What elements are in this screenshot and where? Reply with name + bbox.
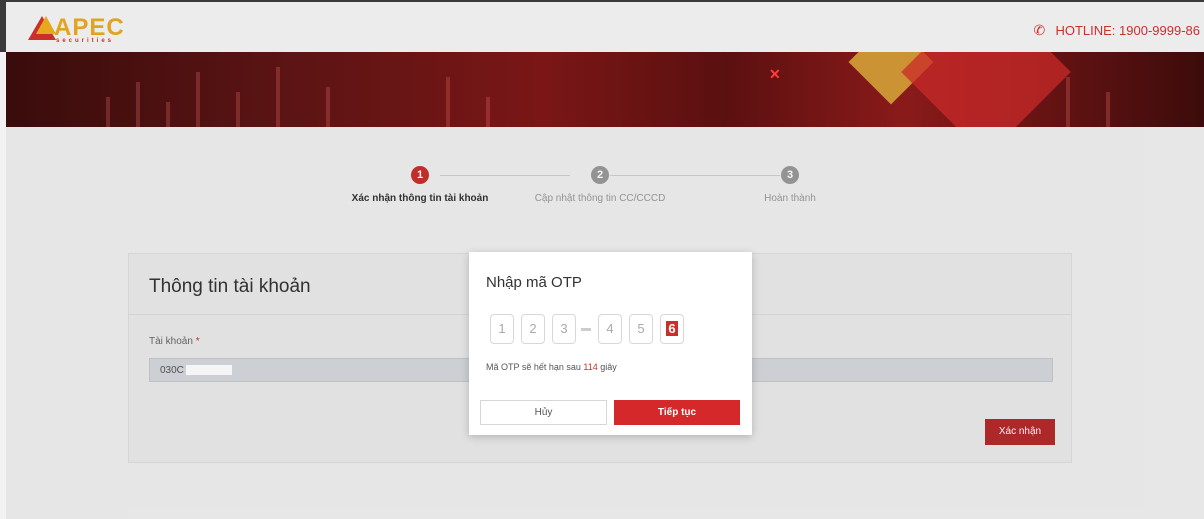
otp-note-prefix: Mã OTP sẽ hết hạn sau bbox=[486, 362, 581, 372]
otp-input-row: 1 2 3 4 5 6 bbox=[490, 314, 691, 344]
banner-red-diamond bbox=[901, 52, 1071, 127]
logo-triangle-gold-icon bbox=[36, 16, 56, 34]
otp-digit-2[interactable]: 2 bbox=[521, 314, 545, 344]
otp-modal-title: Nhập mã OTP bbox=[486, 274, 582, 291]
otp-digit-4[interactable]: 4 bbox=[598, 314, 622, 344]
continue-button[interactable]: Tiếp tục bbox=[614, 400, 740, 425]
banner-cross-icon: ✕ bbox=[769, 66, 781, 82]
otp-digit-1[interactable]: 1 bbox=[490, 314, 514, 344]
hotline[interactable]: ✆ HOTLINE: 1900-9999-86 bbox=[1033, 22, 1200, 38]
otp-digit-3[interactable]: 3 bbox=[552, 314, 576, 344]
otp-note-suffix: giây bbox=[600, 362, 617, 372]
logo-subtext: securities bbox=[56, 38, 115, 44]
otp-seconds: 114 bbox=[583, 362, 598, 372]
apec-logo[interactable]: APEC securities bbox=[28, 10, 138, 44]
otp-expiry-note: Mã OTP sẽ hết hạn sau 114 giây bbox=[486, 362, 617, 372]
otp-digit-6[interactable]: 6 bbox=[660, 314, 684, 344]
hotline-text: HOTLINE: 1900-9999-86 bbox=[1055, 22, 1200, 38]
otp-separator bbox=[581, 327, 591, 331]
hero-banner: ✕ bbox=[6, 52, 1204, 127]
phone-icon: ✆ bbox=[1033, 22, 1046, 38]
otp-digit-5[interactable]: 5 bbox=[629, 314, 653, 344]
cancel-button[interactable]: Hủy bbox=[480, 400, 607, 425]
otp-digit-6-value: 6 bbox=[666, 321, 678, 336]
top-bar: APEC securities ✆ HOTLINE: 1900-9999-86 bbox=[0, 0, 1204, 52]
otp-modal: Nhập mã OTP 1 2 3 4 5 6 Mã OTP sẽ hết hạ… bbox=[469, 252, 752, 435]
